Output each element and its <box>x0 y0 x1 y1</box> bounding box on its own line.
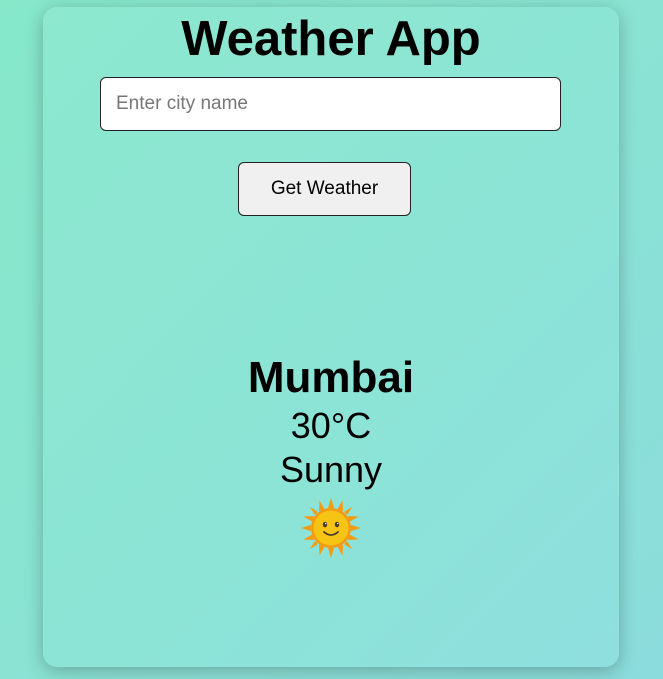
weather-result: Mumbai 30°C Sunny <box>43 352 619 565</box>
city-name: Mumbai <box>247 353 415 402</box>
city-search-input[interactable] <box>100 77 561 131</box>
weather-condition: Sunny <box>279 449 383 490</box>
sun-icon <box>299 496 363 565</box>
get-weather-button[interactable]: Get Weather <box>238 162 411 216</box>
temperature-value: 30°C <box>290 405 372 446</box>
weather-card: Weather App Get Weather Mumbai 30°C Sunn… <box>43 7 619 667</box>
app-title: Weather App <box>181 12 481 66</box>
